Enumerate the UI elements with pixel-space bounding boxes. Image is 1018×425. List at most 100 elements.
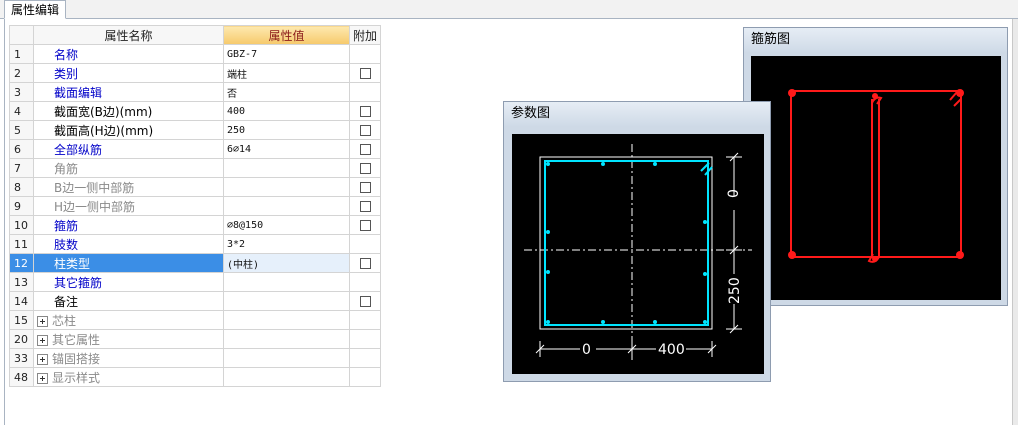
extra-cell [348,310,382,330]
property-value-cell[interactable] [223,196,350,216]
property-value-cell[interactable]: 端柱 [223,63,350,83]
extra-cell [348,139,382,159]
expand-plus-icon[interactable] [37,372,48,384]
property-value-cell[interactable] [223,177,350,197]
parameter-drawing: 0 400 0 250 [524,144,752,362]
table-row[interactable]: 20 其它属性 [9,329,382,349]
extra-checkbox[interactable] [359,144,371,155]
expand-plus-icon[interactable] [37,315,48,327]
table-row[interactable]: 9 H边一侧中部筋 [9,196,382,216]
property-name-cell[interactable]: 其它箍筋 [33,272,224,292]
property-name-cell[interactable]: 柱类型 [33,253,224,273]
property-name-cell[interactable]: H边一侧中部筋 [33,196,224,216]
property-name-cell[interactable]: 全部纵筋 [33,139,224,159]
property-name: 截面高(H边)(mm) [54,123,154,138]
rebar-dot [653,320,657,324]
expand-plus-icon[interactable] [37,353,48,365]
property-value-cell[interactable]: 400 [223,101,350,121]
property-value-cell[interactable] [223,310,350,330]
extra-checkbox[interactable] [359,125,371,136]
rebar-dot [653,162,657,166]
rebar-dot [546,230,550,234]
extra-checkbox[interactable] [359,106,371,117]
table-row[interactable]: 10 箍筋 ⌀8@150 [9,215,382,235]
property-value-cell[interactable] [223,291,350,311]
property-value-cell[interactable] [223,348,350,368]
table-row[interactable]: 8 B边一侧中部筋 [9,177,382,197]
expand-plus-icon[interactable] [37,334,48,346]
row-number: 6 [9,139,34,159]
header-property-value[interactable]: 属性值 [223,25,350,45]
table-row[interactable]: 4 截面宽(B边)(mm) 400 [9,101,382,121]
rebar-dot [703,220,707,224]
tab-property-edit[interactable]: 属性编辑 [4,0,67,19]
extra-checkbox[interactable] [359,201,371,212]
extra-checkbox[interactable] [359,182,371,193]
table-row[interactable]: 15 芯柱 [9,310,382,330]
property-name-cell[interactable]: 截面高(H边)(mm) [33,120,224,140]
parameter-diagram-title[interactable]: 参数图 [504,102,770,126]
table-row[interactable]: 6 全部纵筋 6⌀14 [9,139,382,159]
row-number: 11 [9,234,34,254]
property-name-cell[interactable]: 显示样式 [33,367,224,387]
property-name-cell[interactable]: 芯柱 [33,310,224,330]
table-row[interactable]: 11 肢数 3*2 [9,234,382,254]
rebar-dot [546,270,550,274]
property-name-cell[interactable]: 备注 [33,291,224,311]
property-name-cell[interactable]: B边一侧中部筋 [33,177,224,197]
property-name-cell[interactable]: 类别 [33,63,224,83]
property-name: 截面宽(B边)(mm) [54,104,153,119]
rebar-dot [546,162,550,166]
property-value-cell[interactable] [223,329,350,349]
parameter-diagram-window[interactable]: 参数图 0 400 0 250 [503,101,771,382]
property-value-cell[interactable]: ⌀8@150 [223,215,350,235]
extra-cell [348,291,382,311]
property-name-cell[interactable]: 角筋 [33,158,224,178]
property-value-cell[interactable]: (中柱) [223,253,350,273]
extra-checkbox[interactable] [359,220,371,231]
table-row[interactable]: 2 类别 端柱 [9,63,382,83]
table-row[interactable]: 12 柱类型 (中柱) [9,253,382,273]
property-grid: 属性名称 属性值 附加 1 名称 GBZ-7 2 类别 端柱 3 截面编辑 否 4 截面宽(B边)(… [9,25,382,387]
property-value-cell[interactable] [223,158,350,178]
stirrup-diagram-title[interactable]: 箍筋图 [744,28,1007,52]
extra-cell [348,120,382,140]
property-name-cell[interactable]: 名称 [33,44,224,64]
row-number: 3 [9,82,34,102]
property-value-cell[interactable]: 6⌀14 [223,139,350,159]
header-property-name[interactable]: 属性名称 [33,25,224,45]
right-scrollbar[interactable] [1012,19,1018,425]
row-number: 14 [9,291,34,311]
header-extra[interactable]: 附加 [348,25,382,45]
property-value-cell[interactable]: GBZ-7 [223,44,350,64]
row-number: 48 [9,367,34,387]
table-row[interactable]: 3 截面编辑 否 [9,82,382,102]
dim-label-left: 0 [582,342,591,358]
property-name-cell[interactable]: 截面宽(B边)(mm) [33,101,224,121]
stirrup-drawing [788,89,964,263]
table-row[interactable]: 7 角筋 [9,158,382,178]
stirrup-diagram-window[interactable]: 箍筋图 [743,27,1008,306]
table-row[interactable]: 1 名称 GBZ-7 [9,44,382,64]
property-name-cell[interactable]: 截面编辑 [33,82,224,102]
table-row[interactable]: 14 备注 [9,291,382,311]
property-name-cell[interactable]: 锚固搭接 [33,348,224,368]
table-row[interactable]: 33 锚固搭接 [9,348,382,368]
table-row[interactable]: 5 截面高(H边)(mm) 250 [9,120,382,140]
row-number: 7 [9,158,34,178]
extra-checkbox[interactable] [359,68,371,79]
property-name-cell[interactable]: 箍筋 [33,215,224,235]
property-name: 柱类型 [54,256,91,271]
property-name-cell[interactable]: 肢数 [33,234,224,254]
property-value-cell[interactable]: 250 [223,120,350,140]
property-name-cell[interactable]: 其它属性 [33,329,224,349]
extra-checkbox[interactable] [359,258,371,269]
property-value-cell[interactable]: 3*2 [223,234,350,254]
property-value-cell[interactable] [223,272,350,292]
extra-checkbox[interactable] [359,163,371,174]
table-row[interactable]: 48 显示样式 [9,367,382,387]
property-value-cell[interactable] [223,367,350,387]
extra-checkbox[interactable] [359,296,371,307]
table-row[interactable]: 13 其它箍筋 [9,272,382,292]
property-value-cell[interactable]: 否 [223,82,350,102]
